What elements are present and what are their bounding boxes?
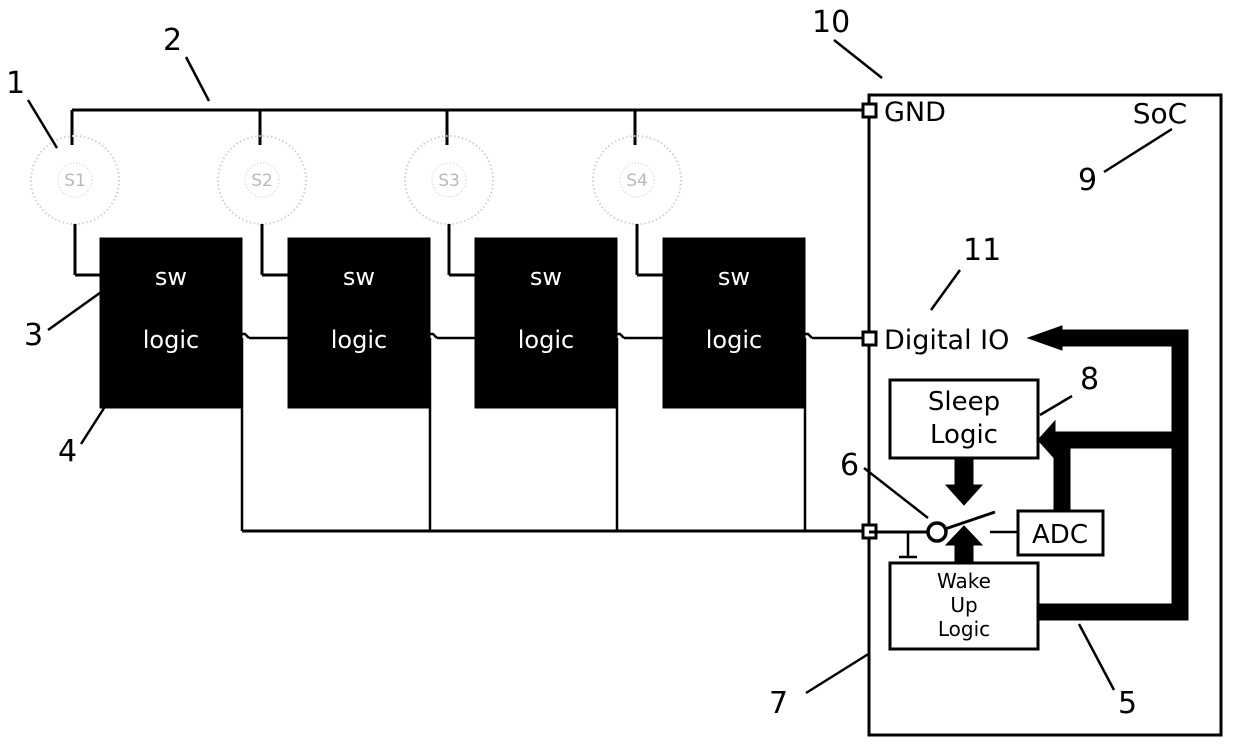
ref-7-leader xyxy=(805,651,871,695)
sw-logic-block-2[interactable]: sw logic xyxy=(287,237,431,409)
sw-logic-block-1[interactable]: sw logic xyxy=(99,237,243,409)
ref-9-leader xyxy=(1103,127,1173,174)
ref-6-label: 6 xyxy=(840,448,859,483)
feedback-bus-group xyxy=(1026,325,1189,621)
sw-logic-block-3-line1: sw xyxy=(530,263,562,291)
wake-up-logic-block[interactable]: Wake Up Logic xyxy=(888,561,1040,651)
wake-up-logic-line3: Logic xyxy=(938,617,990,641)
ref-9-label: 9 xyxy=(1078,163,1097,198)
wake-up-logic-line1: Wake xyxy=(937,569,991,593)
sleep-down-arrow-icon xyxy=(944,459,984,506)
sensor-1-label: S1 xyxy=(64,171,86,191)
ref-6-leader xyxy=(863,467,929,519)
ref-1-leader xyxy=(26,99,59,149)
sw-logic-block-4[interactable]: sw logic xyxy=(662,237,806,409)
switch-pivot-node[interactable] xyxy=(926,521,948,543)
sleep-logic-line1: Sleep xyxy=(928,387,1000,417)
sw-logic-block-3-line2: logic xyxy=(518,326,574,354)
digital-io-pin-label: Digital IO xyxy=(884,325,1009,356)
sw-logic-block-2-line2: logic xyxy=(331,326,387,354)
sw-logic-block-3[interactable]: sw logic xyxy=(474,237,618,409)
patent-figure-canvas: S1 S2 S3 S4 sw logic sw logic sw logic s… xyxy=(0,0,1240,747)
ref-1-label: 1 xyxy=(6,66,25,101)
ref-8-leader xyxy=(1039,394,1073,417)
gnd-pin-label: GND xyxy=(884,97,946,128)
sw-logic-block-1-line2: logic xyxy=(143,326,199,354)
sw-logic-block-1-line1: sw xyxy=(155,263,187,291)
sleep-logic-block[interactable]: Sleep Logic xyxy=(888,378,1040,460)
analog-switch[interactable] xyxy=(869,510,996,543)
ref-8-label: 8 xyxy=(1080,362,1099,397)
ref-11-leader xyxy=(929,269,962,311)
soc-title-label: SoC xyxy=(1133,97,1187,130)
adc-label: ADC xyxy=(1032,520,1088,550)
adc-to-sleep-bus xyxy=(1053,431,1180,511)
switch-lever-arm[interactable] xyxy=(944,510,996,531)
ref-10-leader xyxy=(833,39,883,79)
gnd-pin-square[interactable] xyxy=(861,102,878,119)
digital-io-pin-square[interactable] xyxy=(861,330,878,347)
ref-5-label: 5 xyxy=(1118,686,1137,721)
sleep-logic-control-arrow xyxy=(944,459,984,506)
ref-3-leader xyxy=(47,288,105,332)
ground-bus-group xyxy=(70,108,869,145)
ref-10-label: 10 xyxy=(812,5,850,40)
ref-2-label: 2 xyxy=(163,23,182,58)
sleep-logic-input-arrowhead xyxy=(1037,419,1056,461)
ref-4-label: 4 xyxy=(58,434,77,469)
sw-logic-block-4-line1: sw xyxy=(718,263,750,291)
sensor-3-label: S3 xyxy=(438,171,460,191)
wake-up-logic-line2: Up xyxy=(950,593,977,617)
ref-7-label: 7 xyxy=(769,686,788,721)
digital-io-arrowhead xyxy=(1026,325,1063,351)
schematic-svg: S1 S2 S3 S4 sw logic sw logic sw logic s… xyxy=(6,5,1223,737)
sw-logic-block-4-line2: logic xyxy=(706,326,762,354)
ref-5-leader xyxy=(1077,623,1116,691)
ref-11-label: 11 xyxy=(963,233,1001,268)
wake-up-control-arrow xyxy=(944,525,984,564)
ref-3-label: 3 xyxy=(24,318,43,353)
wake-up-sense-tap xyxy=(899,532,917,559)
ref-4-leader xyxy=(79,404,108,445)
adc-block[interactable]: ADC xyxy=(1016,509,1105,557)
sw-logic-block-2-line1: sw xyxy=(343,263,375,291)
wake-up-arrow-icon xyxy=(944,525,984,564)
sensor-2-label: S2 xyxy=(251,171,273,191)
ref-2-leader xyxy=(184,56,211,102)
sensor-4-label: S4 xyxy=(626,171,648,191)
sleep-logic-line2: Logic xyxy=(930,420,998,450)
soc-pins-group: GND Digital IO xyxy=(861,97,1009,540)
